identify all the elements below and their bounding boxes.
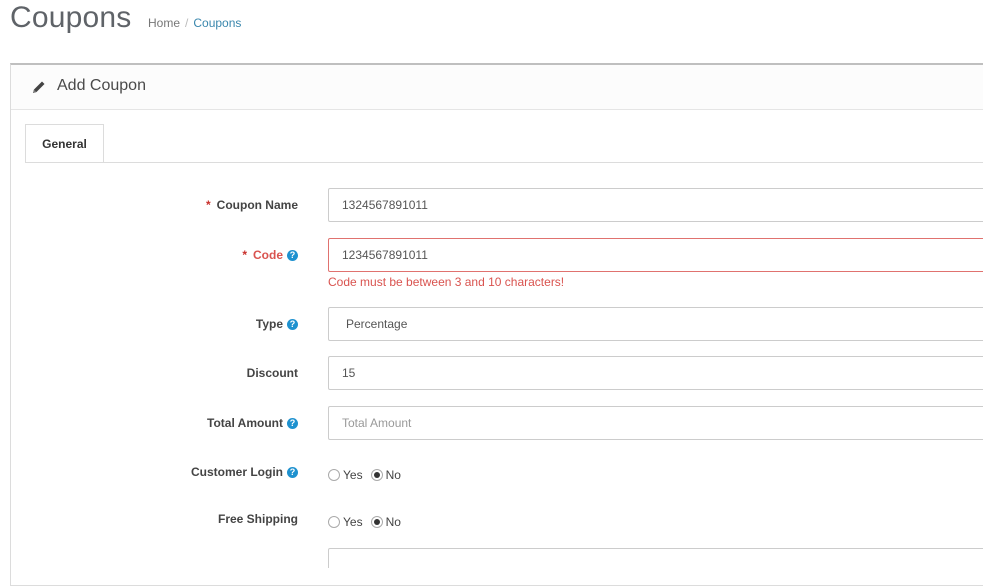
total-amount-label: Total Amount ? xyxy=(207,416,298,430)
customer-login-label: Customer Login ? xyxy=(191,465,298,479)
help-icon[interactable]: ? xyxy=(287,466,298,478)
help-icon[interactable]: ? xyxy=(287,249,298,261)
customer-login-yes[interactable]: Yes xyxy=(328,468,363,482)
coupon-name-label: * Coupon Name xyxy=(205,198,298,212)
help-icon[interactable]: ? xyxy=(287,417,298,429)
code-input[interactable]: 1234567891011 xyxy=(328,238,983,272)
page-title: Coupons xyxy=(10,1,132,34)
breadcrumb: Home / Coupons xyxy=(148,16,242,30)
free-shipping-no[interactable]: No xyxy=(370,515,401,529)
discount-label: Discount xyxy=(246,366,298,380)
pencil-icon xyxy=(33,81,45,93)
radio-no[interactable] xyxy=(370,469,383,481)
free-shipping-label: Free Shipping xyxy=(217,512,298,526)
radio-yes[interactable] xyxy=(328,516,340,528)
required-marker: * xyxy=(205,198,211,212)
panel-title: Add Coupon xyxy=(57,77,146,94)
panel-heading: Add Coupon xyxy=(11,65,983,110)
tab-general[interactable]: General xyxy=(25,124,104,163)
total-amount-input[interactable]: Total Amount xyxy=(328,406,983,440)
help-icon[interactable]: ? xyxy=(287,318,298,330)
type-select[interactable]: Percentage xyxy=(328,307,983,341)
code-error-message: Code must be between 3 and 10 characters… xyxy=(328,275,565,289)
coupon-name-input[interactable]: 1324567891011 xyxy=(328,188,983,222)
required-marker: * xyxy=(242,248,247,262)
breadcrumb-home[interactable]: Home xyxy=(148,16,180,30)
free-shipping-radio-group: Yes No xyxy=(328,515,401,529)
radio-no[interactable] xyxy=(370,516,383,528)
customer-login-no[interactable]: No xyxy=(370,468,401,482)
type-label: Type ? xyxy=(256,317,298,331)
breadcrumb-coupons[interactable]: Coupons xyxy=(193,16,241,30)
discount-input[interactable]: 15 xyxy=(328,356,983,390)
next-field-input[interactable] xyxy=(328,548,983,568)
radio-yes[interactable] xyxy=(328,469,340,481)
code-label: * Code ? xyxy=(242,248,298,262)
free-shipping-yes[interactable]: Yes xyxy=(328,515,363,529)
customer-login-radio-group: Yes No xyxy=(328,468,401,482)
